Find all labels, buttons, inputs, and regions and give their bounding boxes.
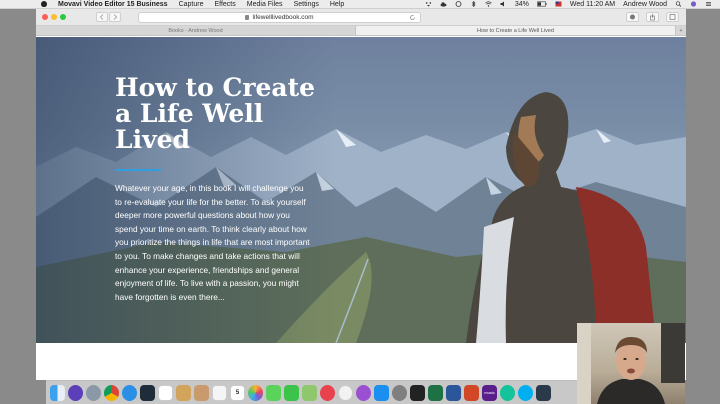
news-icon[interactable]	[320, 384, 335, 401]
messages-icon[interactable]	[266, 384, 281, 401]
address-bar[interactable]: lifewelllivedbook.com	[138, 12, 421, 23]
photos-icon[interactable]	[248, 384, 263, 401]
dropbox-icon[interactable]	[425, 1, 432, 7]
menu-capture[interactable]: Capture	[179, 0, 204, 9]
bluetooth-icon[interactable]	[470, 0, 477, 8]
spotlight-search-icon[interactable]	[675, 1, 682, 7]
siri-menu-icon[interactable]	[690, 1, 697, 7]
wifi-icon[interactable]	[485, 1, 492, 7]
menu-app-name[interactable]: Movavi Video Editor 15 Business	[58, 0, 168, 9]
contacts-icon[interactable]	[194, 384, 209, 401]
battery-percent: 34%	[514, 0, 529, 8]
music-icon[interactable]	[338, 384, 353, 401]
menu-bar: Movavi Video Editor 15 Business Capture …	[0, 0, 720, 9]
maps-icon[interactable]	[302, 384, 317, 401]
screen-icon[interactable]	[140, 384, 155, 401]
excel-icon[interactable]	[428, 384, 443, 401]
reload-icon[interactable]	[409, 14, 416, 23]
calendar-icon[interactable]	[158, 384, 173, 401]
menu-effects[interactable]: Effects	[214, 0, 235, 9]
menu-help[interactable]: Help	[330, 0, 344, 9]
forward-button[interactable]	[109, 12, 121, 22]
adobe-icon[interactable]: music	[482, 384, 497, 401]
extension-icon[interactable]	[626, 12, 639, 22]
skype-icon[interactable]	[518, 384, 533, 401]
siri-icon[interactable]	[68, 384, 83, 401]
webcam-overlay	[577, 323, 685, 404]
flag-icon[interactable]	[555, 1, 562, 7]
tab-bar: Books - Andrew Wood How to Create a Life…	[36, 26, 686, 36]
browser-toolbar: lifewelllivedbook.com	[36, 9, 686, 26]
reminders-icon[interactable]	[212, 384, 227, 401]
minimize-window-button[interactable]	[51, 14, 57, 20]
dock: 5 music	[46, 380, 590, 404]
finder-icon[interactable]	[50, 384, 65, 401]
tab-books-andrew-wood[interactable]: Books - Andrew Wood	[36, 26, 356, 35]
movavi-icon[interactable]	[536, 384, 551, 401]
battery-icon[interactable]	[537, 1, 547, 7]
user-name[interactable]: Andrew Wood	[623, 0, 667, 9]
tab-overview-icon[interactable]	[666, 12, 679, 22]
safari-icon[interactable]	[122, 384, 137, 401]
apple-menu-icon[interactable]	[40, 1, 48, 8]
share-icon[interactable]	[646, 12, 659, 22]
terminal-icon[interactable]	[410, 384, 425, 401]
notification-center-icon[interactable]	[705, 1, 712, 7]
lock-icon	[245, 15, 250, 20]
powerpoint-icon[interactable]	[464, 384, 479, 401]
tab-how-to-create[interactable]: How to Create a Life Well Lived	[356, 26, 676, 35]
new-tab-button[interactable]: +	[676, 26, 686, 35]
notes-icon[interactable]	[176, 384, 191, 401]
time-machine-icon[interactable]	[455, 1, 462, 7]
grammarly-icon[interactable]	[500, 384, 515, 401]
hero-divider	[115, 169, 162, 171]
clock[interactable]: Wed 11:20 AM	[570, 0, 615, 9]
preferences-icon[interactable]	[392, 384, 407, 401]
close-window-button[interactable]	[42, 14, 48, 20]
launchpad-icon[interactable]	[86, 384, 101, 401]
app-store-icon[interactable]	[374, 384, 389, 401]
volume-icon[interactable]	[500, 1, 507, 7]
calendar-date-icon[interactable]: 5	[230, 384, 245, 401]
menu-settings[interactable]: Settings	[294, 0, 319, 9]
hero-title: How to Create a Life Well Lived	[115, 73, 316, 154]
chrome-icon[interactable]	[104, 384, 119, 401]
podcasts-icon[interactable]	[356, 384, 371, 401]
cloud-icon[interactable]	[440, 1, 447, 7]
menu-media-files[interactable]: Media Files	[247, 0, 283, 9]
hero-section: How to Create a Life Well Lived Whatever…	[36, 37, 686, 343]
presenter-webcam-video	[577, 323, 685, 404]
back-button[interactable]	[96, 12, 108, 22]
hero-description: Whatever your age, in this book I will c…	[115, 183, 310, 302]
facetime-icon[interactable]	[284, 384, 299, 401]
zoom-window-button[interactable]	[60, 14, 66, 20]
word-icon[interactable]	[446, 384, 461, 401]
url-text[interactable]: lifewelllivedbook.com	[252, 14, 313, 21]
